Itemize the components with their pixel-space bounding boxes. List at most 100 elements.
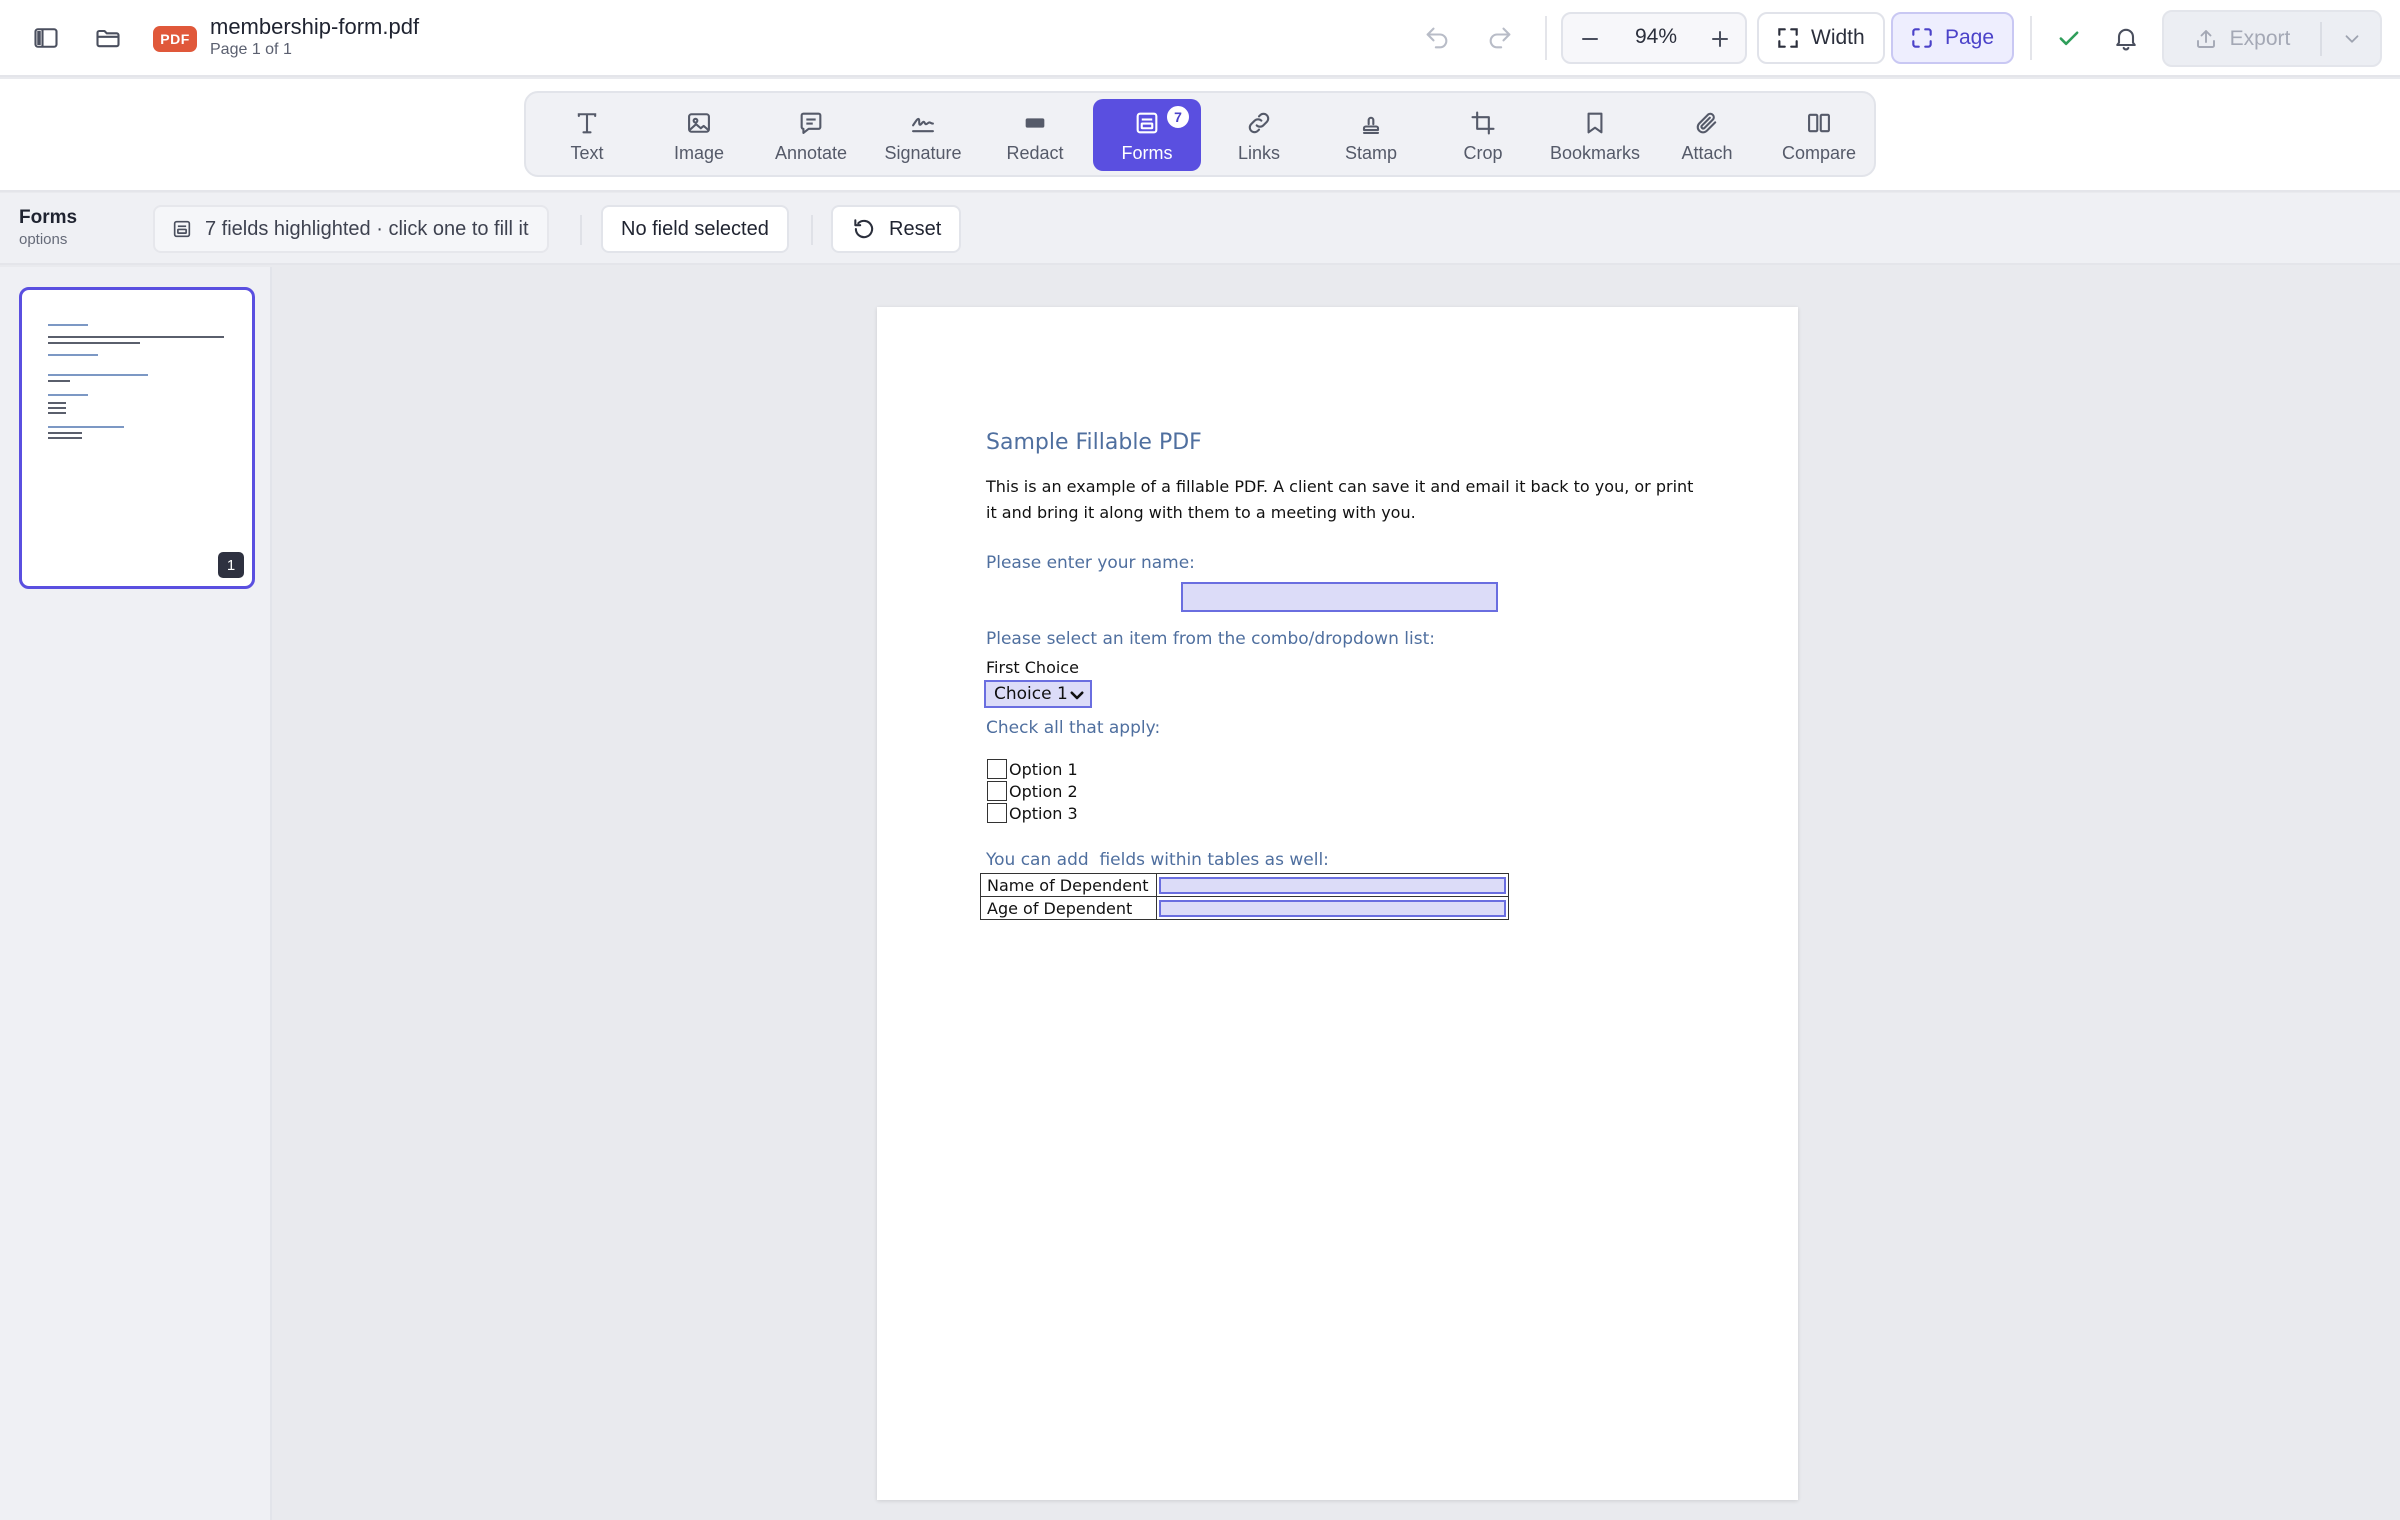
page-thumbnail[interactable]: 1 [19,287,255,589]
checkbox-option-3[interactable]: Option 3 [987,803,1078,823]
thumb-line [48,374,148,376]
tool-compare[interactable]: Compare [1765,99,1873,171]
tool-label: Image [673,143,725,163]
document-intro: This is an example of a fillable PDF. A … [986,477,1694,522]
thumb-line [48,324,88,326]
fit-page-button[interactable]: Page [1891,12,2015,64]
checkbox-option-2[interactable]: Option 2 [987,781,1078,801]
tool-label: Attach [1681,143,1733,163]
fit-page-icon [1912,28,1932,48]
redo-icon[interactable] [1481,19,1519,57]
open-folder-icon[interactable] [89,19,127,57]
zoom-level[interactable]: 94% [1619,25,1693,49]
dependent-name-field[interactable] [1159,876,1506,894]
checkbox[interactable] [987,781,1007,801]
field-count-badge: 7 [1165,104,1191,130]
selection-text: No field selected [621,217,769,240]
table-cell-label: Age of Dependent [980,896,1157,920]
choice-dropdown-field[interactable]: Choice 1 [984,680,1092,708]
tool-label: Annotate [774,143,848,163]
export-button[interactable]: Export [2164,12,2320,65]
tool-crop[interactable]: Crop [1429,99,1537,171]
thumb-line [48,426,124,428]
thumb-line [48,402,66,404]
thumb-line [48,342,140,344]
undo-icon[interactable] [1418,19,1456,57]
thumb-line [48,432,82,434]
text-icon [577,113,597,134]
tool-redact[interactable]: Redact [981,99,1089,171]
checkbox[interactable] [987,803,1007,823]
fields-info: 7 fields highlighted · click one to fill… [153,205,549,253]
checkbox-label: Option 2 [1009,781,1078,801]
fit-width-label: Width [1811,26,1865,49]
thumb-line [48,380,70,382]
thumb-line [48,336,224,338]
tool-ribbon: Text Image Annotate Signature Redact For… [524,91,1876,177]
stamp-icon [1362,116,1380,134]
combo-prompt: Please select an item from the combo/dro… [986,629,1435,649]
table-cell-field [1156,873,1509,897]
thumb-line [48,407,66,409]
signature-icon [912,117,934,133]
bell-icon[interactable] [2107,19,2145,57]
checkbox-label: Option 1 [1009,759,1078,779]
zoom-out-button[interactable] [1571,20,1609,58]
thumb-line [48,394,88,396]
form-icon [1136,112,1158,134]
sidebar-toggle-icon[interactable] [27,19,65,57]
crop-icon [1471,111,1495,135]
check-icon[interactable] [2050,19,2088,57]
fit-width-button[interactable]: Width [1757,12,1885,64]
reset-button[interactable]: Reset [831,205,962,253]
form-icon [173,220,191,238]
tool-forms[interactable]: Forms 7 [1093,99,1201,171]
combo-caption: First Choice [986,658,1079,677]
divider [580,215,582,245]
comment-icon [800,112,822,134]
thumb-line [48,354,98,356]
file-name[interactable]: membership-form.pdf [210,14,419,40]
divider [2320,22,2322,56]
tool-text[interactable]: Text [533,99,641,171]
pdf-badge: PDF [153,26,197,52]
tool-stamp[interactable]: Stamp [1317,99,1425,171]
dependent-age-field[interactable] [1159,899,1506,917]
zoom-control: 94% [1561,12,1747,64]
tool-signature[interactable]: Signature [869,99,977,171]
tool-annotate[interactable]: Annotate [757,99,865,171]
tool-label: Bookmarks [1549,143,1641,163]
fields-info-text: 7 fields highlighted · click one to fill… [205,217,529,240]
tool-label: Links [1237,143,1281,163]
tool-label: Signature [884,143,962,163]
name-form-field[interactable] [1181,582,1498,612]
tool-label: Crop [1463,143,1503,163]
tool-attach[interactable]: Attach [1653,99,1761,171]
tool-ribbon-area: Text Image Annotate Signature Redact For… [0,79,2400,192]
checkbox-option-1[interactable]: Option 1 [987,759,1078,779]
tool-label: Forms [1121,143,1173,163]
divider [1545,16,1547,60]
checkbox-label: Option 3 [1009,803,1078,823]
export-label: Export [2229,26,2291,50]
tool-links[interactable]: Links [1205,99,1313,171]
reset-label: Reset [889,217,942,240]
export-options-button[interactable] [2324,12,2380,65]
document-heading: Sample Fillable PDF [986,430,1202,455]
dropdown-value: Choice 1 [994,684,1068,704]
table-row: Name of Dependent [980,873,1509,897]
table-cell-label: Name of Dependent [980,873,1157,897]
options-title: Forms [19,207,78,228]
checkbox[interactable] [987,759,1007,779]
tool-label: Text [570,143,604,163]
page-number-badge: 1 [218,552,244,578]
tool-bookmarks[interactable]: Bookmarks [1541,99,1649,171]
thumb-line [48,412,66,414]
divider [2030,16,2032,60]
table-prompt: You can add fields within tables as well… [986,850,1329,870]
tool-image[interactable]: Image [645,99,753,171]
zoom-in-button[interactable] [1701,20,1739,58]
field-selection-status: No field selected [601,205,789,253]
page-info: Page 1 of 1 [210,41,292,58]
thumb-line [48,437,82,439]
